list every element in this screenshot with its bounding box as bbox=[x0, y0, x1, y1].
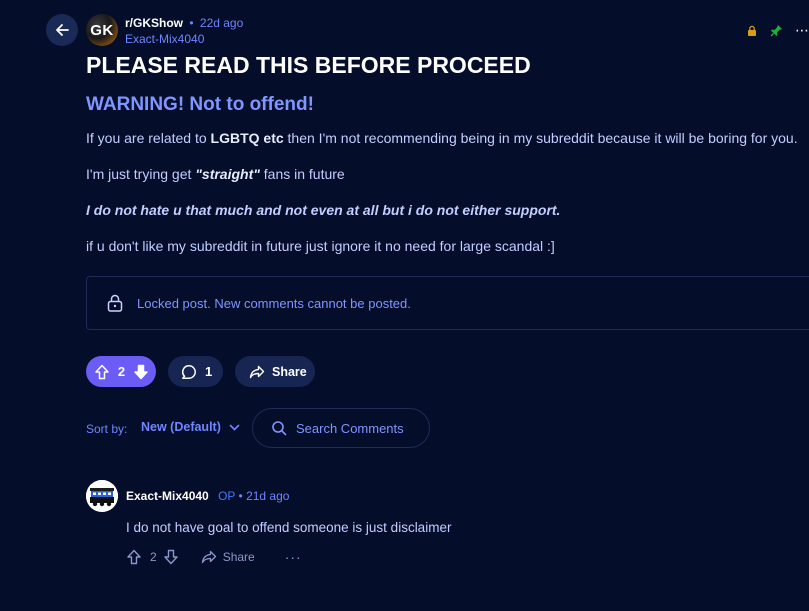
comment-count: 1 bbox=[205, 364, 213, 379]
comment-time: 21d ago bbox=[246, 489, 290, 503]
post-author-link[interactable]: Exact-Mix4040 bbox=[125, 31, 243, 47]
upvote-icon bbox=[127, 549, 141, 565]
post-paragraph-1: If you are related to LGBTQ etc then I'm… bbox=[86, 130, 798, 146]
comment-body: I do not have goal to offend someone is … bbox=[126, 520, 452, 535]
p1-text-before: If you are related to bbox=[86, 130, 211, 146]
downvote-icon bbox=[134, 364, 148, 379]
comment-author-link[interactable]: Exact-Mix4040 bbox=[126, 489, 209, 503]
comment-author-avatar[interactable] bbox=[86, 480, 118, 512]
post-paragraph-4: if u don't like my subreddit in future j… bbox=[86, 238, 555, 254]
locked-notice: Locked post. New comments cannot be post… bbox=[86, 276, 809, 330]
post-meta: r/GKShow • 22d ago Exact-Mix4040 bbox=[125, 15, 243, 47]
comment-share-label: Share bbox=[222, 550, 255, 564]
downvote-button[interactable] bbox=[133, 364, 149, 380]
downvote-icon bbox=[163, 549, 178, 565]
lock-icon bbox=[746, 25, 758, 37]
comment-meta: Exact-Mix4040 OP • 21d ago bbox=[126, 489, 289, 503]
subreddit-avatar-text: GK bbox=[90, 21, 114, 39]
comment-downvote-button[interactable] bbox=[163, 549, 179, 565]
post-title: PLEASE READ THIS BEFORE PROCEED bbox=[86, 52, 531, 78]
share-button[interactable]: Share bbox=[235, 356, 315, 387]
p2-text-before: I'm just trying get bbox=[86, 166, 196, 182]
share-label: Share bbox=[272, 364, 307, 379]
post-page: GK r/GKShow • 22d ago Exact-Mix4040 ⋯ PL… bbox=[0, 0, 809, 611]
chevron-down-icon bbox=[229, 424, 240, 431]
p2-bold-italic: "straight" bbox=[195, 166, 260, 182]
p1-text-after: then I'm not recommending being in my su… bbox=[283, 130, 798, 146]
avatar-train-icon bbox=[86, 480, 118, 512]
share-icon bbox=[201, 550, 216, 564]
locked-notice-text: Locked post. New comments cannot be post… bbox=[137, 295, 411, 311]
vote-count: 2 bbox=[117, 364, 126, 379]
post-paragraph-2: I'm just trying get "straight" fans in f… bbox=[86, 166, 345, 182]
post-status-icons: ⋯ bbox=[746, 22, 809, 39]
sort-label: Sort by: bbox=[86, 422, 128, 436]
subreddit-avatar[interactable]: GK bbox=[86, 14, 118, 46]
search-icon bbox=[272, 421, 287, 436]
p2-text-after: fans in future bbox=[259, 166, 345, 182]
share-icon bbox=[249, 365, 265, 378]
post-subheading: WARNING! Not to offend! bbox=[86, 94, 314, 115]
vote-control: 2 bbox=[86, 356, 156, 387]
comment-score: 2 bbox=[150, 550, 157, 564]
op-badge: OP bbox=[218, 489, 236, 503]
post-time: 22d ago bbox=[199, 16, 244, 30]
comment-more-button[interactable]: ··· bbox=[285, 549, 302, 565]
comment-actions: 2 Share ··· bbox=[126, 549, 302, 565]
comment-upvote-button[interactable] bbox=[126, 549, 142, 565]
meta-separator: • bbox=[189, 16, 194, 30]
lock-icon bbox=[105, 293, 125, 313]
arrow-left-icon bbox=[56, 24, 69, 36]
more-icon[interactable]: ⋯ bbox=[795, 22, 809, 39]
sort-dropdown[interactable]: New (Default) bbox=[141, 420, 240, 434]
comment-bubble-icon bbox=[182, 364, 196, 379]
subreddit-name-link[interactable]: r/GKShow bbox=[125, 16, 183, 30]
upvote-button[interactable] bbox=[94, 364, 110, 380]
pin-icon bbox=[770, 24, 783, 37]
upvote-icon bbox=[95, 364, 109, 379]
search-comments-input[interactable]: Search Comments bbox=[252, 408, 430, 448]
comment-separator: • bbox=[238, 489, 243, 503]
sort-value: New (Default) bbox=[141, 420, 221, 434]
post-paragraph-3: I do not hate u that much and not even a… bbox=[86, 202, 561, 218]
p1-bold: LGBTQ etc bbox=[210, 130, 284, 146]
back-button[interactable] bbox=[46, 14, 78, 46]
comment-share-button[interactable]: Share bbox=[201, 549, 255, 565]
comments-button[interactable]: 1 bbox=[168, 356, 223, 387]
search-placeholder: Search Comments bbox=[296, 420, 404, 436]
